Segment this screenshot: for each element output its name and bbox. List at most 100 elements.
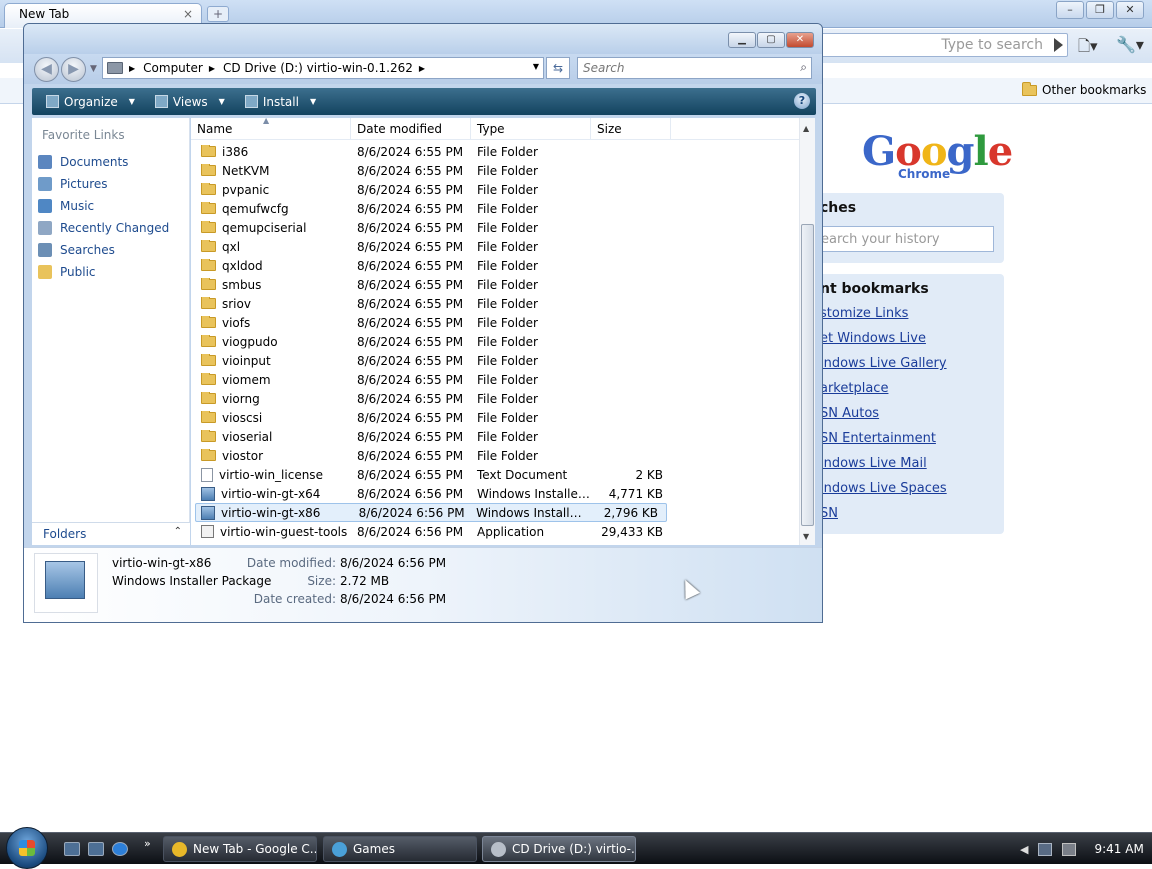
help-icon[interactable]: ?: [794, 93, 810, 109]
file-row[interactable]: NetKVM 8/6/2024 6:55 PM File Folder: [191, 161, 801, 180]
bookmark-link[interactable]: SN Entertainment: [820, 431, 947, 456]
file-row[interactable]: viofs 8/6/2024 6:55 PM File Folder: [191, 313, 801, 332]
tab-title: New Tab: [19, 7, 70, 21]
chrome-minimize-icon[interactable]: –: [1056, 1, 1084, 19]
favorite-link-documents[interactable]: Documents: [38, 151, 169, 173]
forward-arrow-icon[interactable]: ▶: [61, 57, 86, 82]
file-row[interactable]: qxl 8/6/2024 6:55 PM File Folder: [191, 237, 801, 256]
tray-expand-icon[interactable]: ◀: [1020, 843, 1028, 856]
breadcrumb-chevron-icon[interactable]: ▶: [419, 64, 425, 73]
chevron-up-icon[interactable]: ⌃: [174, 526, 182, 537]
file-row[interactable]: sriov 8/6/2024 6:55 PM File Folder: [191, 294, 801, 313]
start-button[interactable]: [6, 827, 48, 869]
chrome-restore-icon[interactable]: ❐: [1086, 1, 1114, 19]
folders-toggle[interactable]: Folders ⌃: [32, 522, 190, 545]
new-tab-button[interactable]: +: [207, 6, 229, 22]
file-name: qxldod: [222, 258, 263, 273]
explorer-titlebar[interactable]: ▁ ▢ ✕: [24, 24, 822, 54]
file-name-cell: vioinput: [191, 353, 351, 368]
bookmark-link[interactable]: SN Autos: [820, 406, 947, 431]
organize-button[interactable]: Organize ▼: [40, 95, 141, 109]
taskbar-button-cd-drive[interactable]: CD Drive (D:) virtio-...: [482, 836, 636, 862]
network-icon[interactable]: [1038, 842, 1053, 856]
file-row[interactable]: virtio-win-guest-tools 8/6/2024 6:56 PM Ap…: [191, 522, 801, 541]
breadcrumb-cd-drive[interactable]: CD Drive (D:) virtio-win-0.1.262: [223, 61, 413, 75]
search-input[interactable]: Search ⌕: [577, 57, 812, 79]
chrome-close-icon[interactable]: ✕: [1116, 1, 1144, 19]
back-arrow-icon[interactable]: ◀: [34, 57, 59, 82]
column-size[interactable]: Size: [591, 118, 671, 140]
file-row[interactable]: viorng 8/6/2024 6:55 PM File Folder: [191, 389, 801, 408]
file-type-cell: Text Document: [477, 467, 568, 482]
refresh-icon[interactable]: ⇆: [546, 57, 570, 79]
file-row[interactable]: virtio-win_license 8/6/2024 6:55 PM Text D…: [191, 465, 801, 484]
recent-pages-chevron-icon[interactable]: ▼: [90, 64, 97, 74]
favorite-link-public[interactable]: Public: [38, 261, 169, 283]
minimize-icon[interactable]: ▁: [728, 32, 756, 48]
file-type-cell: File Folder: [477, 372, 538, 387]
taskbar-button-games[interactable]: Games: [323, 836, 477, 862]
quick-launch-more-icon[interactable]: »: [144, 837, 151, 850]
volume-muted-icon[interactable]: [1062, 842, 1077, 856]
search-icon[interactable]: ⌕: [800, 60, 807, 75]
bookmark-link[interactable]: indows Live Spaces: [820, 481, 947, 506]
file-row[interactable]: qemupciserial 8/6/2024 6:55 PM File Folder: [191, 218, 801, 237]
logo-letter: g: [946, 128, 975, 175]
wrench-icon[interactable]: 🔧▾: [1116, 35, 1144, 54]
maximize-icon[interactable]: ▢: [757, 32, 785, 48]
breadcrumb-chevron-icon[interactable]: ▶: [129, 64, 135, 73]
scroll-up-icon[interactable]: ▲: [803, 124, 809, 133]
file-row[interactable]: i386 8/6/2024 6:55 PM File Folder: [191, 142, 801, 161]
file-row[interactable]: viostor 8/6/2024 6:55 PM File Folder: [191, 446, 801, 465]
clock[interactable]: 9:41 AM: [1094, 842, 1143, 856]
install-button[interactable]: Install ▼: [239, 95, 322, 109]
file-row[interactable]: pvpanic 8/6/2024 6:55 PM File Folder: [191, 180, 801, 199]
file-row[interactable]: qemufwcfg 8/6/2024 6:55 PM File Folder: [191, 199, 801, 218]
address-dropdown-icon[interactable]: ▼: [533, 62, 539, 71]
close-icon[interactable]: ✕: [786, 32, 814, 48]
file-row[interactable]: smbus 8/6/2024 6:55 PM File Folder: [191, 275, 801, 294]
column-type[interactable]: Type: [471, 118, 591, 140]
tab-close-icon[interactable]: ×: [183, 7, 193, 21]
address-bar[interactable]: ▶ Computer ▶ CD Drive (D:) virtio-win-0.…: [102, 57, 544, 79]
file-row[interactable]: virtio-win-gt-x64 8/6/2024 6:56 PM Windows…: [191, 484, 801, 503]
file-row[interactable]: vioscsi 8/6/2024 6:55 PM File Folder: [191, 408, 801, 427]
column-name[interactable]: Name ▲: [191, 116, 351, 140]
favorite-link-searches[interactable]: Searches: [38, 239, 169, 261]
file-row[interactable]: viomem 8/6/2024 6:55 PM File Folder: [191, 370, 801, 389]
bookmark-link[interactable]: SN: [820, 506, 947, 531]
file-row[interactable]: virtio-win-gt-x86 8/6/2024 6:56 PM Windows…: [195, 503, 667, 522]
file-row[interactable]: qxldod 8/6/2024 6:55 PM File Folder: [191, 256, 801, 275]
internet-explorer-icon[interactable]: [112, 842, 128, 856]
other-bookmarks-button[interactable]: Other bookmarks: [1022, 81, 1146, 97]
go-arrow-icon[interactable]: [1054, 38, 1063, 52]
show-desktop-icon[interactable]: [64, 842, 80, 856]
logo-subtitle: Chrome: [898, 167, 951, 181]
history-search-input[interactable]: earch your history: [812, 226, 994, 252]
omnibox[interactable]: Type to search: [812, 33, 1068, 57]
omnibox-placeholder: Type to search: [941, 37, 1043, 53]
bookmark-link[interactable]: stomize Links: [820, 306, 947, 331]
bookmark-link[interactable]: et Windows Live: [820, 331, 947, 356]
file-row[interactable]: viogpudo 8/6/2024 6:55 PM File Folder: [191, 332, 801, 351]
scrollbar-thumb[interactable]: [801, 224, 814, 526]
favorite-link-recently-changed[interactable]: Recently Changed: [38, 217, 169, 239]
views-button[interactable]: Views ▼: [149, 95, 231, 109]
bookmark-link[interactable]: arketplace: [820, 381, 947, 406]
taskbar-button-chrome[interactable]: New Tab - Google C...: [163, 836, 317, 862]
vertical-scrollbar[interactable]: ▲ ▼: [799, 118, 815, 545]
file-name: vioinput: [222, 353, 271, 368]
bookmark-link[interactable]: indows Live Gallery: [820, 356, 947, 381]
favorite-link-pictures[interactable]: Pictures: [38, 173, 169, 195]
file-row[interactable]: vioinput 8/6/2024 6:55 PM File Folder: [191, 351, 801, 370]
column-date-modified[interactable]: Date modified: [351, 118, 471, 140]
breadcrumb-computer[interactable]: Computer: [143, 61, 203, 75]
bookmark-link[interactable]: indows Live Mail: [820, 456, 947, 481]
scroll-down-icon[interactable]: ▼: [803, 532, 809, 541]
breadcrumb-chevron-icon[interactable]: ▶: [209, 64, 215, 73]
file-date-cell: 8/6/2024 6:56 PM: [358, 505, 465, 520]
switch-windows-icon[interactable]: [88, 842, 104, 856]
file-row[interactable]: vioserial 8/6/2024 6:55 PM File Folder: [191, 427, 801, 446]
favorite-link-music[interactable]: Music: [38, 195, 169, 217]
page-menu-icon[interactable]: 🗋▾: [1078, 36, 1098, 61]
